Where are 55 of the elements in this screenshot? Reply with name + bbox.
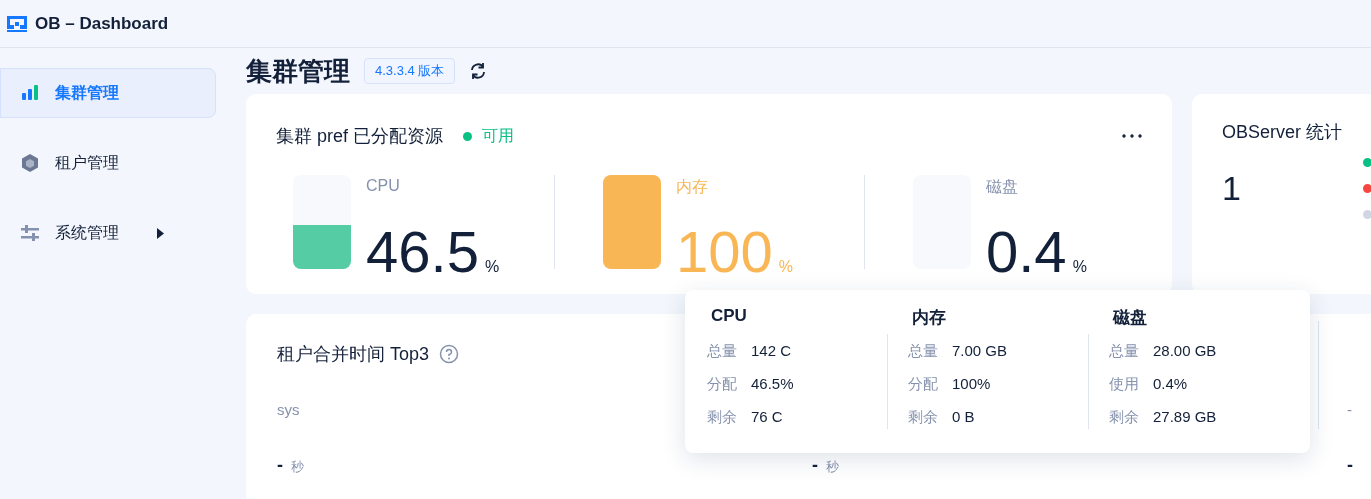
page-title: 集群管理: [246, 54, 350, 88]
server-count: 1: [1222, 169, 1241, 208]
detail-value: 27.89 GB: [1153, 408, 1217, 427]
more-icon[interactable]: [1122, 134, 1142, 138]
detail-label: 总量: [908, 342, 938, 361]
detail-label: 剩余: [908, 408, 938, 427]
help-icon[interactable]: [439, 344, 460, 364]
refresh-icon[interactable]: [469, 62, 488, 80]
hexagon-icon: [21, 153, 39, 173]
metric-unit: %: [1072, 258, 1087, 276]
sidebar-item[interactable]: 集群管理: [0, 68, 216, 118]
card-title: OBServer 统计: [1222, 121, 1344, 144]
detail-label: 使用: [1109, 375, 1139, 394]
detail-label: 剩余: [707, 408, 737, 427]
tenant-name: sys: [277, 401, 300, 419]
app-title: OB – Dashboard: [35, 13, 169, 34]
metric-label: 磁盘: [986, 177, 1019, 197]
popover-heading: 内存: [911, 307, 947, 328]
detail-value: 46.5%: [751, 375, 794, 394]
metric-unit: %: [484, 258, 500, 276]
sidebar-item[interactable]: 租户管理: [0, 138, 216, 188]
metric-label: CPU: [366, 177, 401, 195]
detail-label: 分配: [908, 375, 938, 394]
metric-value: 46.5: [366, 223, 479, 281]
detail-value: 100%: [952, 375, 991, 394]
metric-value: 100: [676, 223, 773, 281]
metric-value: 0.4: [986, 223, 1067, 281]
tenant-name: -: [1347, 401, 1352, 419]
compaction-time: -: [1347, 455, 1353, 476]
detail-value: 28.00 GB: [1153, 342, 1217, 361]
bar-chart-icon: [21, 85, 39, 101]
detail-label: 总量: [707, 342, 737, 361]
detail-label: 总量: [1109, 342, 1139, 361]
version-badge: 4.3.3.4 版本: [364, 58, 456, 84]
detail-value: 142 C: [751, 342, 792, 361]
detail-label: 剩余: [1109, 408, 1139, 427]
compaction-time: -: [277, 455, 283, 476]
logo-icon: [7, 15, 27, 32]
detail-value: 0 B: [952, 408, 975, 427]
popover-heading: CPU: [710, 306, 748, 327]
detail-value: 76 C: [751, 408, 783, 427]
card-title: 集群 pref 已分配资源: [276, 125, 444, 148]
detail-value: 7.00 GB: [952, 342, 1008, 361]
time-unit: 秒: [826, 458, 839, 476]
sliders-icon: [21, 225, 39, 241]
detail-value: 0.4%: [1153, 375, 1188, 394]
popover-heading: 磁盘: [1111, 307, 1148, 328]
time-unit: 秒: [291, 458, 304, 476]
sidebar-item[interactable]: 系统管理: [0, 208, 216, 258]
metric-label: 内存: [676, 177, 709, 197]
status-label: 可用: [482, 125, 515, 146]
card-title: 租户合并时间 Top3: [277, 343, 430, 366]
metric-unit: %: [778, 258, 793, 276]
compaction-time: -: [812, 455, 818, 476]
detail-label: 分配: [707, 375, 737, 394]
